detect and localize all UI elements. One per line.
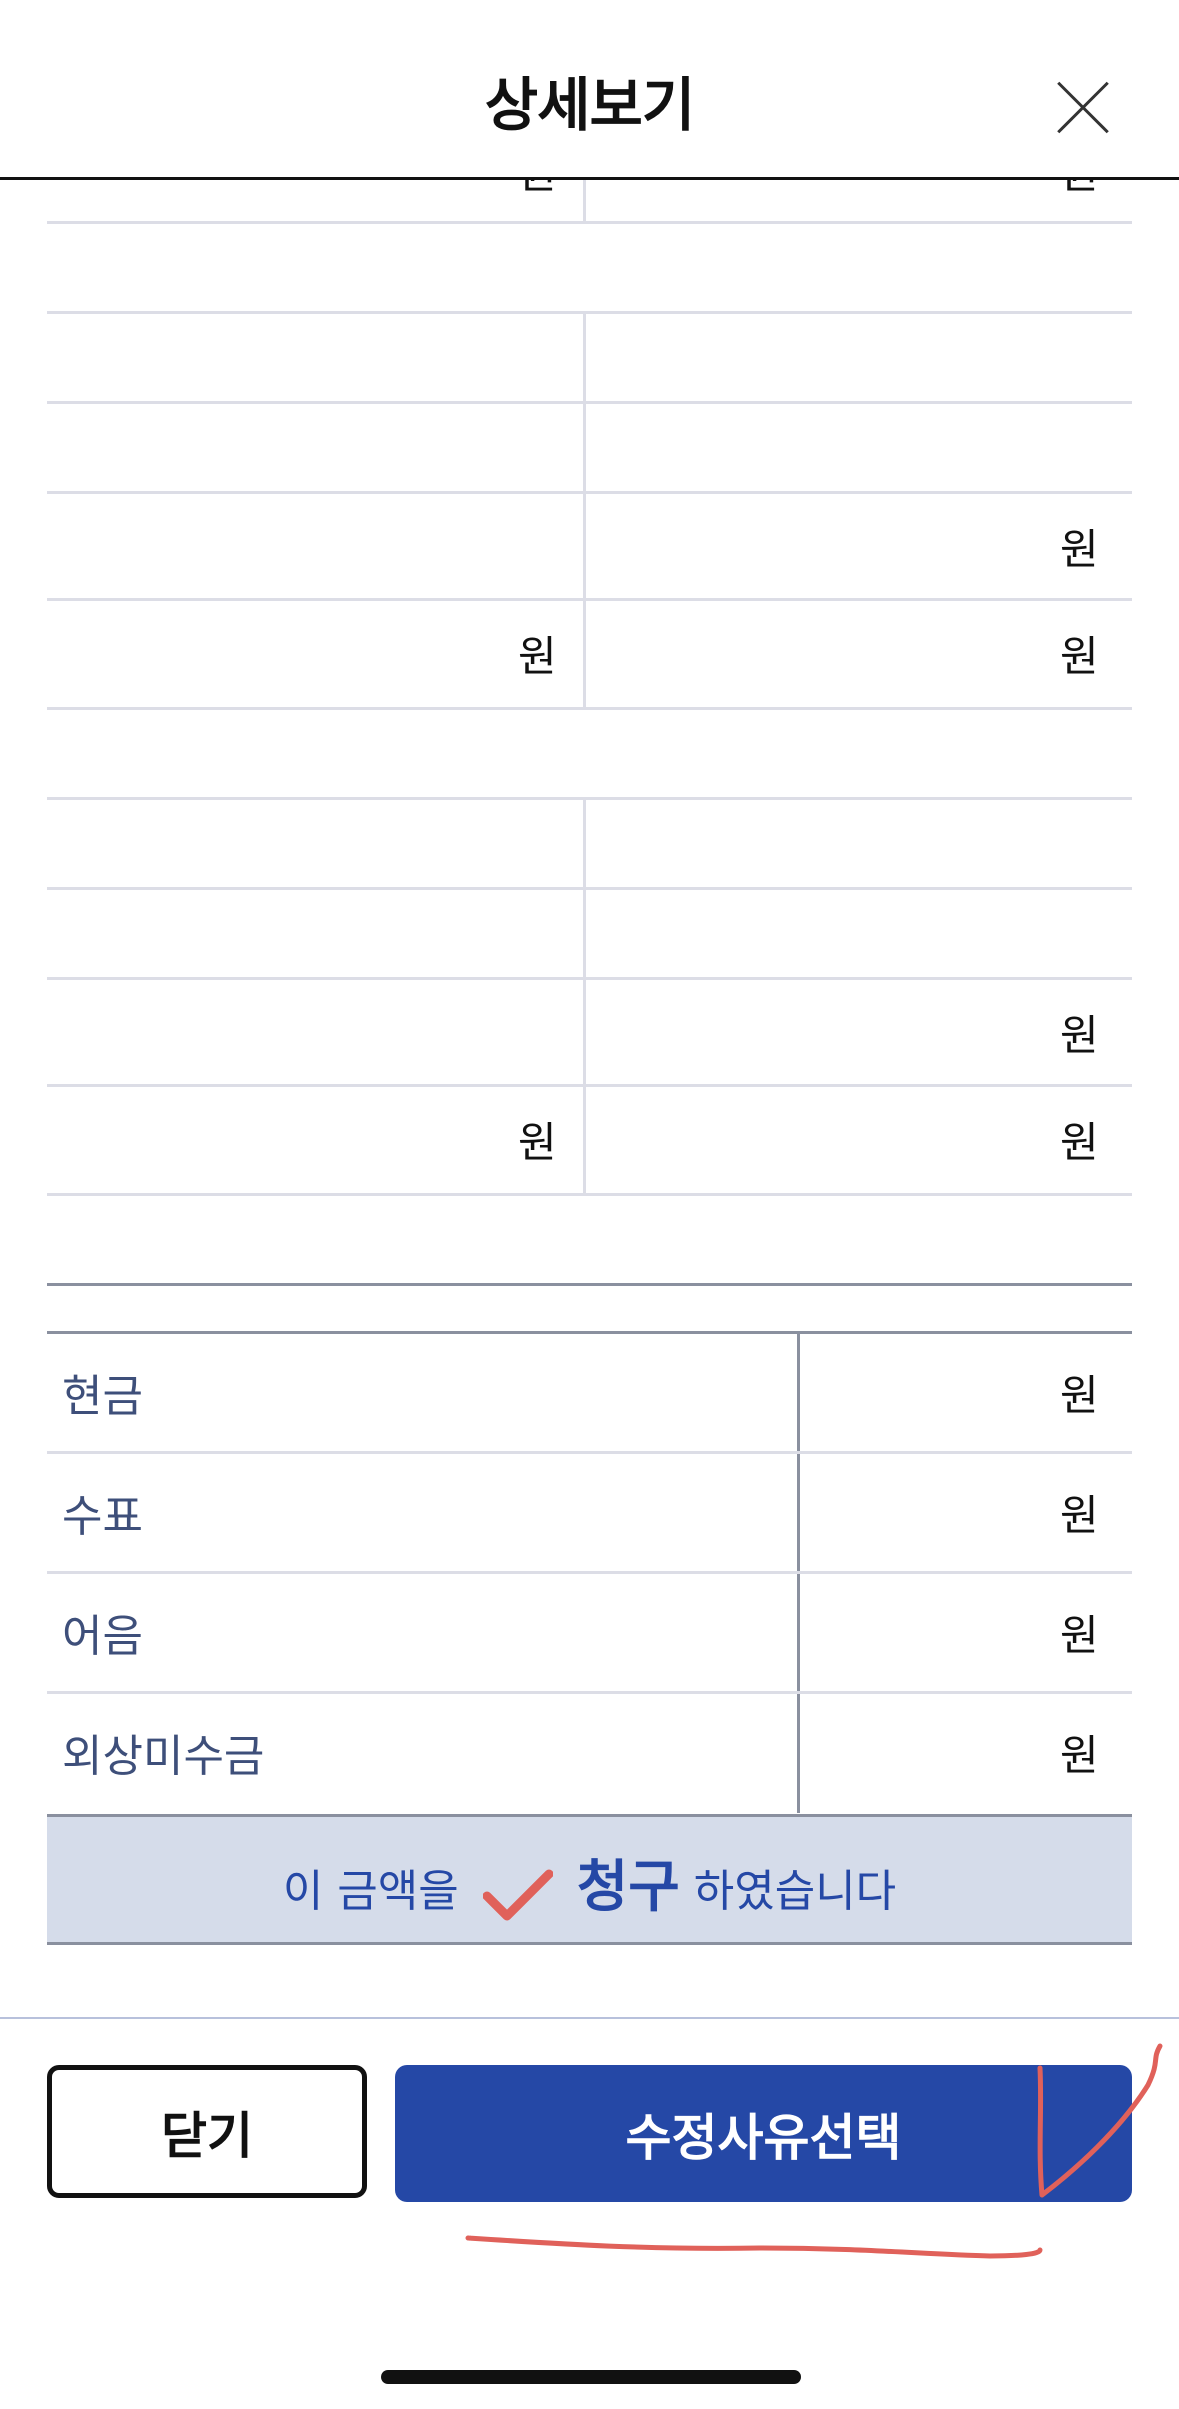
annotation-strokes xyxy=(465,2043,1163,2259)
